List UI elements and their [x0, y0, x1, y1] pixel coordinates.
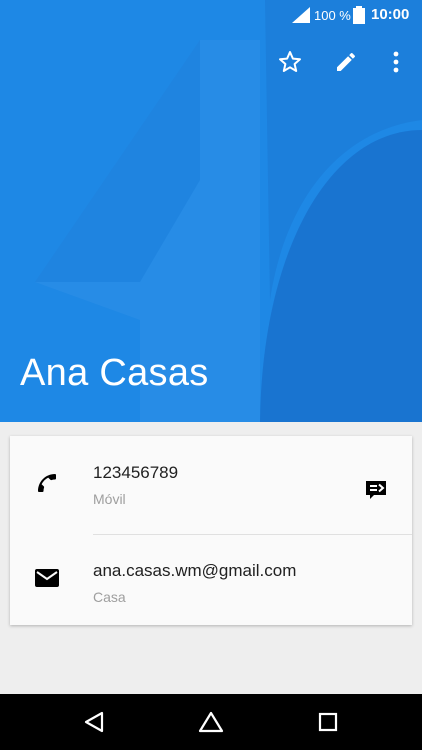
more-options-button[interactable]: [378, 44, 414, 80]
home-button[interactable]: [195, 706, 227, 738]
contact-details-card: 123456789 Móvil ana.casas.wm@gmail.com C…: [10, 436, 412, 625]
more-vert-icon: [393, 51, 399, 73]
send-message-button[interactable]: [358, 472, 394, 508]
battery-icon: [353, 6, 365, 24]
battery-percent: 100 %: [314, 8, 351, 23]
phone-icon: [32, 468, 62, 498]
navigation-bar: [0, 694, 422, 750]
recents-square-icon: [318, 712, 338, 732]
contact-name: Ana Casas: [20, 352, 209, 394]
phone-number: 123456789: [93, 463, 179, 482]
phone-row[interactable]: 123456789 Móvil: [10, 436, 412, 532]
clock: 10:00: [371, 6, 410, 23]
phone-type: Móvil: [93, 491, 126, 507]
email-type: Casa: [93, 589, 126, 605]
email-row[interactable]: ana.casas.wm@gmail.com Casa: [10, 535, 412, 631]
recents-button[interactable]: [312, 706, 344, 738]
back-triangle-icon: [84, 711, 104, 733]
contact-header: 100 % 10:00 Ana Casas: [0, 0, 422, 422]
message-icon: [366, 481, 386, 499]
edit-button[interactable]: [328, 44, 364, 80]
email-icon: [32, 563, 62, 593]
favorite-button[interactable]: [272, 44, 308, 80]
signal-icon: [292, 7, 310, 23]
pencil-icon: [337, 53, 355, 71]
star-outline-icon: [279, 51, 301, 72]
status-bar: 100 % 10:00: [0, 0, 422, 30]
header-actions: [0, 44, 422, 80]
home-icon: [198, 711, 224, 733]
back-button[interactable]: [78, 706, 110, 738]
email-address: ana.casas.wm@gmail.com: [93, 561, 297, 580]
